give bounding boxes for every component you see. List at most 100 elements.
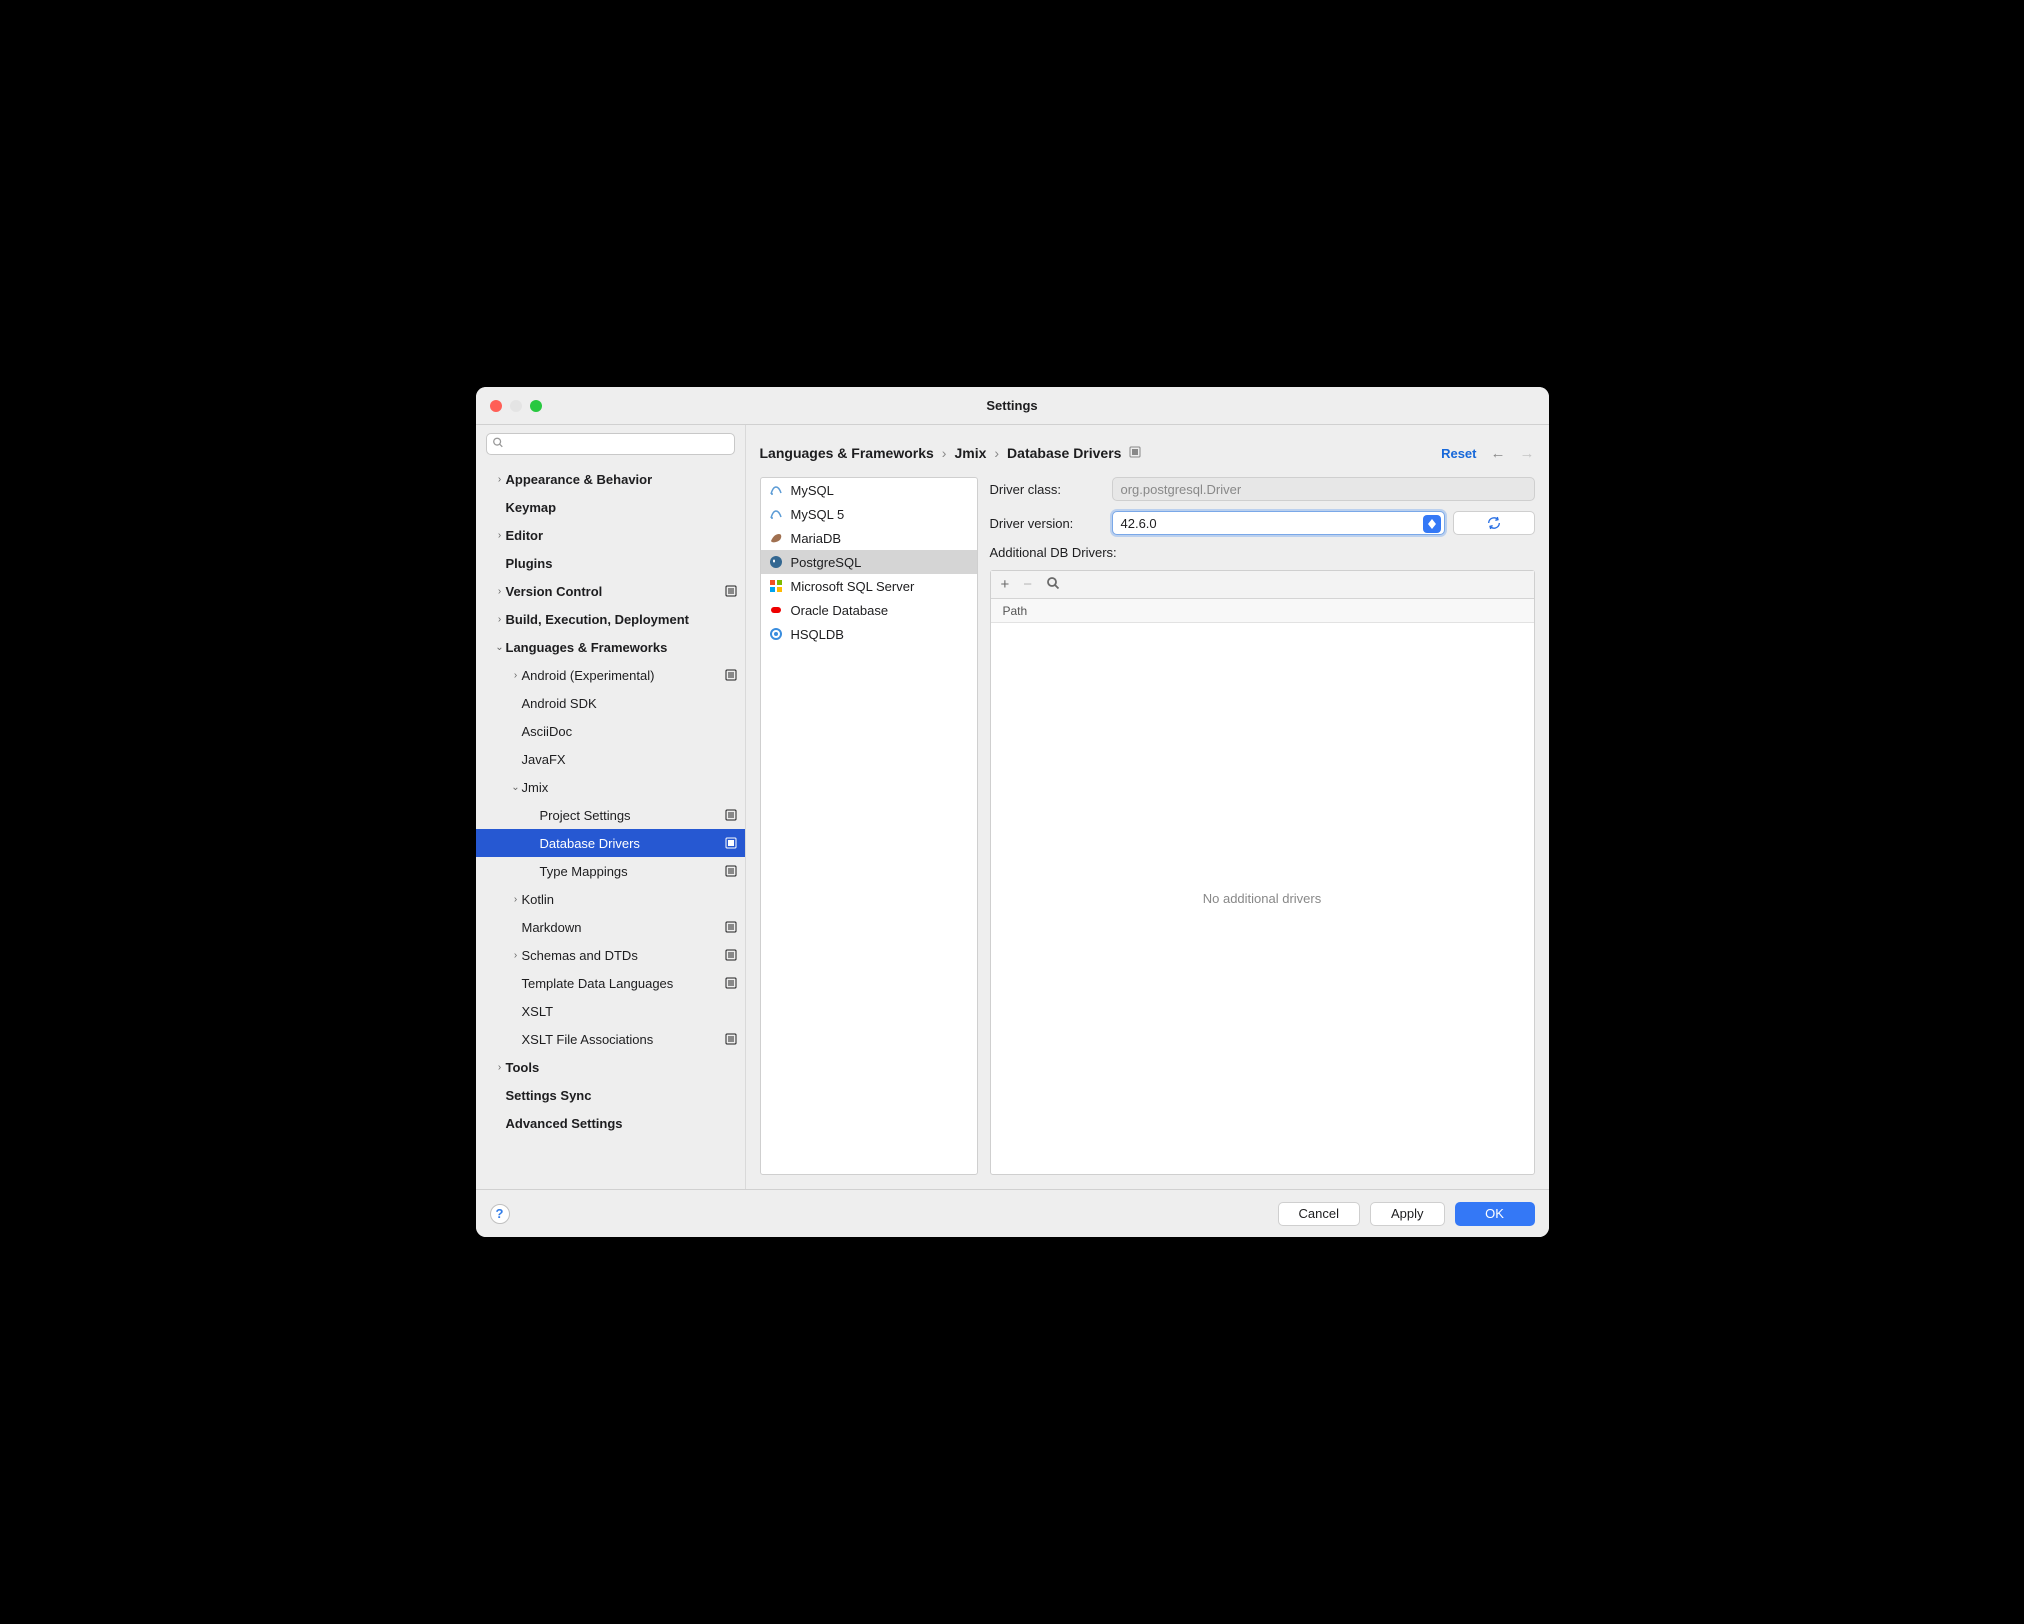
driver-item-hsqldb[interactable]: HSQLDB bbox=[761, 622, 977, 646]
tree-item-label: Tools bbox=[506, 1060, 737, 1075]
driver-item-label: HSQLDB bbox=[791, 627, 844, 642]
mysql-icon bbox=[769, 507, 783, 521]
close-button[interactable] bbox=[490, 400, 502, 412]
driver-item-mariadb[interactable]: MariaDB bbox=[761, 526, 977, 550]
chevron-icon: › bbox=[510, 670, 522, 681]
tree-item-label: Android SDK bbox=[522, 696, 737, 711]
tree-item-label: Android (Experimental) bbox=[522, 668, 725, 683]
project-scope-icon bbox=[725, 865, 737, 877]
apply-button[interactable]: Apply bbox=[1370, 1202, 1445, 1226]
postgres-icon bbox=[769, 555, 783, 569]
driver-item-microsoft-sql-server[interactable]: Microsoft SQL Server bbox=[761, 574, 977, 598]
path-column-header: Path bbox=[991, 599, 1534, 623]
driver-list[interactable]: MySQL MySQL 5MariaDBPostgreSQL Microsoft S… bbox=[760, 477, 978, 1175]
additional-drivers-panel: + − Path No additional drivers bbox=[990, 570, 1535, 1175]
tree-item-label: Markdown bbox=[522, 920, 725, 935]
tree-item-build-execution-deployment[interactable]: ›Build, Execution, Deployment bbox=[476, 605, 745, 633]
search-input[interactable] bbox=[486, 433, 735, 455]
breadcrumb-separator: › bbox=[942, 445, 947, 461]
chevron-icon: ⌄ bbox=[510, 782, 522, 793]
footer-buttons: Cancel Apply OK bbox=[1278, 1202, 1535, 1226]
nav-back-icon[interactable]: ← bbox=[1491, 445, 1506, 462]
driver-item-oracle-database[interactable]: Oracle Database bbox=[761, 598, 977, 622]
tree-item-label: JavaFX bbox=[522, 752, 737, 767]
empty-drivers-message: No additional drivers bbox=[991, 623, 1534, 1174]
breadcrumb-part[interactable]: Database Drivers bbox=[1007, 445, 1121, 461]
breadcrumb-part[interactable]: Jmix bbox=[954, 445, 986, 461]
titlebar: Settings bbox=[476, 387, 1549, 425]
tree-item-project-settings[interactable]: Project Settings bbox=[476, 801, 745, 829]
chevron-icon: › bbox=[510, 894, 522, 905]
tree-item-appearance-behavior[interactable]: ›Appearance & Behavior bbox=[476, 465, 745, 493]
driver-item-label: Oracle Database bbox=[791, 603, 889, 618]
tree-item-label: Project Settings bbox=[540, 808, 725, 823]
tree-item-keymap[interactable]: Keymap bbox=[476, 493, 745, 521]
refresh-button[interactable] bbox=[1453, 511, 1535, 535]
find-driver-button[interactable] bbox=[1046, 576, 1060, 594]
driver-class-row: Driver class: org.postgresql.Driver bbox=[990, 477, 1535, 501]
mysql-icon bbox=[769, 483, 783, 497]
driver-form: Driver class: org.postgresql.Driver Driv… bbox=[990, 477, 1535, 1175]
project-scope-icon bbox=[725, 809, 737, 821]
driver-item-label: Microsoft SQL Server bbox=[791, 579, 915, 594]
footer: ? Cancel Apply OK bbox=[476, 1189, 1549, 1237]
maximize-button[interactable] bbox=[530, 400, 542, 412]
tree-item-asciidoc[interactable]: AsciiDoc bbox=[476, 717, 745, 745]
combo-arrows-icon bbox=[1423, 515, 1441, 533]
settings-window: Settings ›Appearance & BehaviorKeymap›Ed… bbox=[476, 387, 1549, 1237]
reset-link[interactable]: Reset bbox=[1441, 446, 1476, 461]
driver-version-combo[interactable]: 42.6.0 bbox=[1112, 511, 1445, 535]
tree-item-template-data-languages[interactable]: Template Data Languages bbox=[476, 969, 745, 997]
tree-item-languages-frameworks[interactable]: ⌄Languages & Frameworks bbox=[476, 633, 745, 661]
tree-item-plugins[interactable]: Plugins bbox=[476, 549, 745, 577]
project-scope-icon bbox=[725, 977, 737, 989]
tree-item-label: Editor bbox=[506, 528, 737, 543]
tree-item-javafx[interactable]: JavaFX bbox=[476, 745, 745, 773]
help-button[interactable]: ? bbox=[490, 1204, 510, 1224]
tree-item-type-mappings[interactable]: Type Mappings bbox=[476, 857, 745, 885]
tree-item-xslt-file-associations[interactable]: XSLT File Associations bbox=[476, 1025, 745, 1053]
search-icon bbox=[492, 437, 504, 452]
main-panel: Languages & Frameworks › Jmix › Database… bbox=[746, 425, 1549, 1189]
breadcrumb-part[interactable]: Languages & Frameworks bbox=[760, 445, 934, 461]
tree-item-editor[interactable]: ›Editor bbox=[476, 521, 745, 549]
chevron-icon: ⌄ bbox=[494, 642, 506, 653]
tree-item-tools[interactable]: ›Tools bbox=[476, 1053, 745, 1081]
breadcrumb-row: Languages & Frameworks › Jmix › Database… bbox=[760, 435, 1535, 471]
content: ›Appearance & BehaviorKeymap›EditorPlugi… bbox=[476, 425, 1549, 1189]
tree-item-kotlin[interactable]: ›Kotlin bbox=[476, 885, 745, 913]
driver-item-postgresql[interactable]: PostgreSQL bbox=[761, 550, 977, 574]
remove-driver-button[interactable]: − bbox=[1023, 576, 1032, 593]
driver-item-mysql[interactable]: MySQL bbox=[761, 478, 977, 502]
tree-item-android-experimental-[interactable]: ›Android (Experimental) bbox=[476, 661, 745, 689]
tree-item-label: Keymap bbox=[506, 500, 737, 515]
oracle-icon bbox=[769, 603, 783, 617]
driver-item-mysql-5[interactable]: MySQL 5 bbox=[761, 502, 977, 526]
tree-item-label: AsciiDoc bbox=[522, 724, 737, 739]
tree-item-advanced-settings[interactable]: Advanced Settings bbox=[476, 1109, 745, 1137]
cancel-button[interactable]: Cancel bbox=[1278, 1202, 1360, 1226]
tree-item-settings-sync[interactable]: Settings Sync bbox=[476, 1081, 745, 1109]
additional-drivers-label: Additional DB Drivers: bbox=[990, 545, 1535, 560]
ok-button[interactable]: OK bbox=[1455, 1202, 1535, 1226]
tree-item-version-control[interactable]: ›Version Control bbox=[476, 577, 745, 605]
tree-item-markdown[interactable]: Markdown bbox=[476, 913, 745, 941]
driver-item-label: MySQL bbox=[791, 483, 834, 498]
tree-item-label: Languages & Frameworks bbox=[506, 640, 737, 655]
minimize-button[interactable] bbox=[510, 400, 522, 412]
tree-item-label: Database Drivers bbox=[540, 836, 725, 851]
tree-item-database-drivers[interactable]: Database Drivers bbox=[476, 829, 745, 857]
driver-version-row: Driver version: 42.6.0 bbox=[990, 511, 1535, 535]
tree-item-xslt[interactable]: XSLT bbox=[476, 997, 745, 1025]
project-scope-icon bbox=[725, 669, 737, 681]
additional-toolbar: + − bbox=[991, 571, 1534, 599]
mariadb-icon bbox=[769, 531, 783, 545]
tree-item-jmix[interactable]: ⌄Jmix bbox=[476, 773, 745, 801]
tree-item-label: Type Mappings bbox=[540, 864, 725, 879]
add-driver-button[interactable]: + bbox=[1001, 576, 1010, 593]
search-wrap bbox=[476, 425, 745, 463]
tree-item-android-sdk[interactable]: Android SDK bbox=[476, 689, 745, 717]
tree-item-label: Settings Sync bbox=[506, 1088, 737, 1103]
nav-forward-icon[interactable]: → bbox=[1520, 445, 1535, 462]
tree-item-schemas-and-dtds[interactable]: ›Schemas and DTDs bbox=[476, 941, 745, 969]
